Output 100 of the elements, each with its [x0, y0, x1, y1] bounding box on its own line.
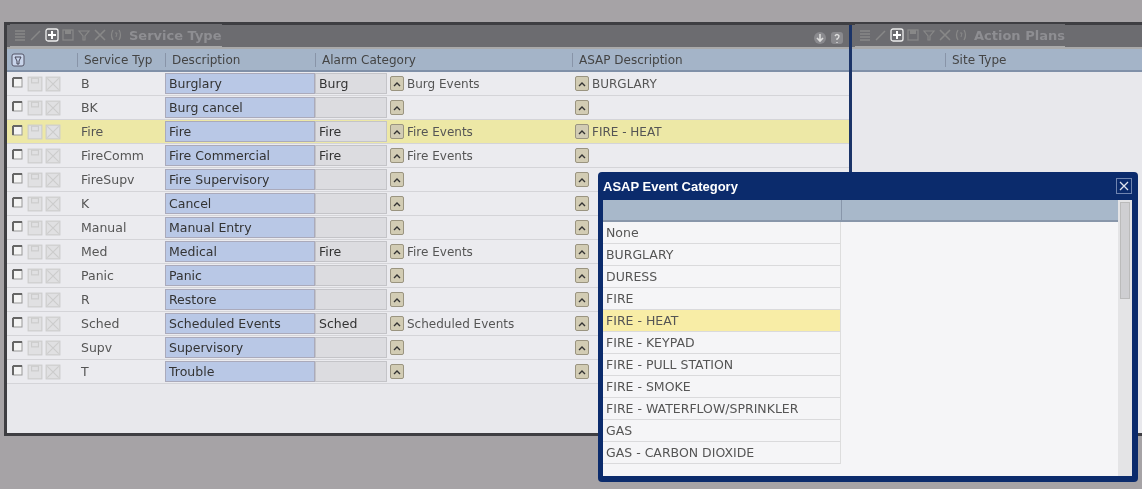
download-icon[interactable]: [813, 31, 827, 45]
lookup-button[interactable]: [575, 196, 589, 211]
checkbox-icon[interactable]: [11, 267, 25, 282]
description-field[interactable]: Fire Commercial: [165, 145, 315, 166]
lookup-button[interactable]: [390, 196, 404, 211]
delete-icon[interactable]: [45, 195, 61, 212]
lookup-button[interactable]: [575, 364, 589, 379]
scrollbar[interactable]: [1118, 200, 1132, 476]
lookup-button[interactable]: [390, 316, 404, 331]
column-header[interactable]: ASAP Description: [572, 52, 822, 67]
list-item[interactable]: GAS - CARBON DIOXIDE: [603, 442, 841, 464]
help-icon[interactable]: [830, 31, 844, 45]
alarm-code-field[interactable]: [315, 265, 387, 286]
delete-icon[interactable]: [45, 99, 61, 116]
checkbox-icon[interactable]: [11, 75, 25, 90]
lookup-button[interactable]: [390, 172, 404, 187]
lookup-button[interactable]: [390, 100, 404, 115]
list-item[interactable]: None: [603, 222, 841, 244]
description-field[interactable]: Manual Entry: [165, 217, 315, 238]
column-header[interactable]: Description: [165, 52, 315, 67]
checkbox-icon[interactable]: [11, 123, 25, 138]
checkbox-icon[interactable]: [11, 195, 25, 210]
description-field[interactable]: Supervisory: [165, 337, 315, 358]
lookup-button[interactable]: [575, 100, 589, 115]
lookup-button[interactable]: [575, 124, 589, 139]
alarm-code-field[interactable]: [315, 97, 387, 118]
description-field[interactable]: Panic: [165, 265, 315, 286]
table-row[interactable]: FireComm Fire Commercial Fire Fire Events: [7, 144, 849, 168]
lookup-button[interactable]: [390, 76, 404, 91]
alarm-code-field[interactable]: [315, 289, 387, 310]
delete-icon[interactable]: [93, 28, 107, 42]
checkbox-icon[interactable]: [11, 291, 25, 306]
lookup-button[interactable]: [390, 148, 404, 163]
lookup-button[interactable]: [575, 316, 589, 331]
checkbox-icon[interactable]: [11, 363, 25, 378]
delete-icon[interactable]: [45, 339, 61, 356]
list-item[interactable]: FIRE - PULL STATION: [603, 354, 841, 376]
description-field[interactable]: Scheduled Events: [165, 313, 315, 334]
alarm-code-field[interactable]: Sched: [315, 313, 387, 334]
table-row[interactable]: Fire Fire Fire Fire Events FIRE - HEAT: [7, 120, 849, 144]
alarm-code-field[interactable]: [315, 169, 387, 190]
description-field[interactable]: Restore: [165, 289, 315, 310]
lookup-button[interactable]: [390, 340, 404, 355]
close-button[interactable]: [1116, 178, 1132, 194]
description-field[interactable]: Trouble: [165, 361, 315, 382]
description-field[interactable]: Fire: [165, 121, 315, 142]
list-item[interactable]: DURESS: [603, 266, 841, 288]
list-item[interactable]: FIRE - KEYPAD: [603, 332, 841, 354]
alarm-code-field[interactable]: Fire: [315, 241, 387, 262]
description-field[interactable]: Medical: [165, 241, 315, 262]
lookup-button[interactable]: [575, 340, 589, 355]
lookup-button[interactable]: [575, 292, 589, 307]
delete-icon[interactable]: [45, 123, 61, 140]
description-field[interactable]: Burglary: [165, 73, 315, 94]
delete-icon[interactable]: [45, 315, 61, 332]
delete-icon[interactable]: [45, 75, 61, 92]
delete-icon[interactable]: [45, 291, 61, 308]
delete-icon[interactable]: [45, 171, 61, 188]
list-item[interactable]: GAS: [603, 420, 841, 442]
lookup-button[interactable]: [575, 148, 589, 163]
lookup-button[interactable]: [390, 124, 404, 139]
add-icon[interactable]: [45, 28, 59, 42]
lookup-button[interactable]: [575, 220, 589, 235]
alarm-code-field[interactable]: [315, 217, 387, 238]
lookup-button[interactable]: [575, 172, 589, 187]
lookup-button[interactable]: [575, 244, 589, 259]
column-header[interactable]: Service Typ: [77, 52, 165, 67]
lookup-button[interactable]: [390, 268, 404, 283]
list-item[interactable]: FIRE - WATERFLOW/SPRINKLER: [603, 398, 841, 420]
description-field[interactable]: Fire Supervisory: [165, 169, 315, 190]
checkbox-icon[interactable]: [11, 339, 25, 354]
lookup-button[interactable]: [575, 76, 589, 91]
delete-icon[interactable]: [45, 219, 61, 236]
alarm-code-field[interactable]: Burg: [315, 73, 387, 94]
delete-icon[interactable]: [45, 363, 61, 380]
lookup-button[interactable]: [575, 268, 589, 283]
alarm-code-field[interactable]: [315, 193, 387, 214]
delete-icon[interactable]: [938, 28, 952, 42]
checkbox-icon[interactable]: [11, 171, 25, 186]
description-field[interactable]: Cancel: [165, 193, 315, 214]
lookup-button[interactable]: [390, 244, 404, 259]
lookup-button[interactable]: [390, 292, 404, 307]
alarm-code-field[interactable]: [315, 361, 387, 382]
checkbox-icon[interactable]: [11, 147, 25, 162]
list-item[interactable]: FIRE - HEAT: [603, 310, 841, 332]
delete-icon[interactable]: [45, 147, 61, 164]
add-icon[interactable]: [890, 28, 904, 42]
table-row[interactable]: B Burglary Burg Burg Events BURGLARY: [7, 72, 849, 96]
lookup-button[interactable]: [390, 364, 404, 379]
alarm-code-field[interactable]: Fire: [315, 121, 387, 142]
column-header[interactable]: Alarm Category: [315, 52, 572, 67]
filter-icon[interactable]: [11, 52, 25, 67]
checkbox-icon[interactable]: [11, 243, 25, 258]
checkbox-icon[interactable]: [11, 219, 25, 234]
lookup-button[interactable]: [390, 220, 404, 235]
checkbox-icon[interactable]: [11, 99, 25, 114]
list-item[interactable]: FIRE - SMOKE: [603, 376, 841, 398]
checkbox-icon[interactable]: [11, 315, 25, 330]
alarm-code-field[interactable]: [315, 337, 387, 358]
alarm-code-field[interactable]: Fire: [315, 145, 387, 166]
